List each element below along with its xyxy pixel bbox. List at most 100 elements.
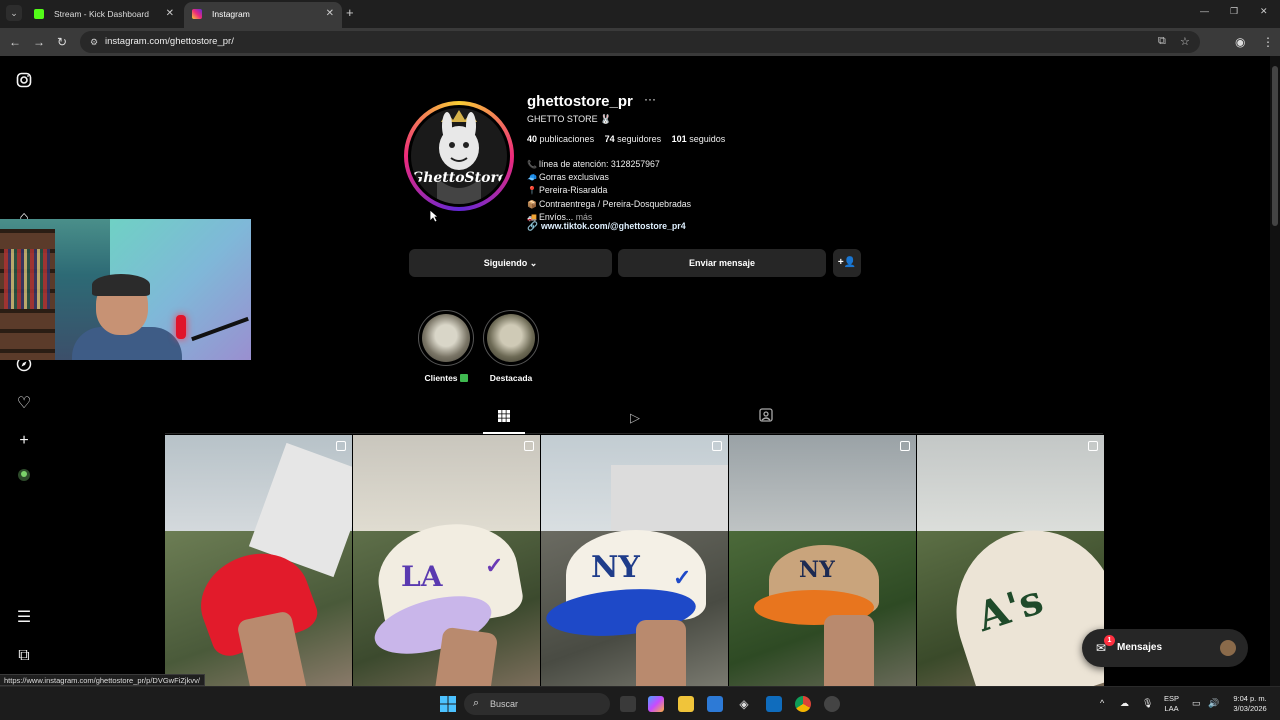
- store-icon[interactable]: [707, 696, 723, 712]
- file-explorer-icon[interactable]: [678, 696, 694, 712]
- send-message-button[interactable]: Enviar mensaje: [618, 249, 826, 277]
- install-app-icon[interactable]: ⧉: [1158, 35, 1166, 48]
- unread-badge: 1: [1104, 635, 1115, 646]
- windows-start-icon[interactable]: [440, 696, 456, 712]
- volume-icon[interactable]: 🔊: [1208, 698, 1219, 708]
- following-button[interactable]: Siguiendo ⌄: [409, 249, 612, 277]
- profile-username: ghettostore_pr: [527, 93, 633, 110]
- highlight-clientes[interactable]: Clientes: [416, 310, 476, 383]
- more-menu-icon[interactable]: ☰: [14, 608, 34, 628]
- posts-stat[interactable]: 40 publicaciones: [527, 134, 594, 144]
- profile-icon[interactable]: ◉: [1235, 34, 1245, 50]
- post-thumbnail[interactable]: [165, 435, 352, 686]
- taskbar-search[interactable]: ⌕ Buscar: [464, 693, 610, 715]
- messages-button[interactable]: ✉ 1 Mensajes: [1082, 629, 1248, 667]
- carousel-icon: [1088, 441, 1098, 451]
- browser-menu-icon[interactable]: ⋮: [1262, 34, 1274, 50]
- notifications-heart-icon[interactable]: ♡: [14, 394, 34, 414]
- restore-icon[interactable]: ❐: [1230, 6, 1238, 17]
- posts-grid-icon[interactable]: [494, 408, 514, 428]
- outlook-icon[interactable]: [766, 696, 782, 712]
- bio-line: 🧢 Gorras exclusivas: [527, 172, 609, 183]
- tab-title: Instagram: [212, 9, 250, 19]
- language-indicator[interactable]: ESP LAA: [1164, 694, 1179, 714]
- profile-avatar-icon[interactable]: [14, 468, 34, 488]
- page-scrollbar[interactable]: [1270, 56, 1280, 686]
- highlight-label: Clientes: [424, 373, 458, 383]
- site-info-icon[interactable]: ⚙: [88, 36, 100, 48]
- tabs-divider: [165, 433, 1103, 434]
- tagged-icon[interactable]: [756, 408, 776, 428]
- bio-line: 📞 línea de atención: 3128257967: [527, 159, 660, 169]
- microphone-tray-icon[interactable]: 🎙: [1142, 698, 1153, 708]
- instagram-sidebar: ⌂ ♡ + ☰ ⧉: [0, 56, 48, 686]
- forward-icon[interactable]: →: [33, 34, 45, 50]
- highlight-destacada[interactable]: Destacada: [481, 310, 541, 383]
- task-view-icon[interactable]: [620, 696, 636, 712]
- profile-stats: 40 publicaciones 74 seguidores 101 segui…: [527, 134, 733, 144]
- instagram-logo-icon[interactable]: [14, 72, 34, 92]
- mouse-cursor-icon: [429, 209, 439, 223]
- webcam-overlay: ~: [0, 219, 251, 360]
- tray-expand-icon[interactable]: ^: [1100, 698, 1104, 708]
- post-thumbnail[interactable]: NY: [729, 435, 916, 686]
- kick-favicon-icon: [34, 9, 44, 19]
- clock[interactable]: 9:04 p. m. 3/03/2026: [1226, 694, 1274, 714]
- back-icon[interactable]: ←: [9, 34, 21, 50]
- steam-icon[interactable]: [824, 696, 840, 712]
- carousel-icon: [336, 441, 346, 451]
- avatar-logo-text: GhettoStore: [411, 170, 507, 186]
- also-from-meta-icon[interactable]: ⧉: [14, 646, 34, 666]
- messages-label: Mensajes: [1117, 642, 1163, 653]
- tab-kick-dashboard[interactable]: Stream - Kick Dashboard ✕: [26, 2, 182, 28]
- browser-tabbar: ⌄ Stream - Kick Dashboard ✕ Instagram ✕ …: [0, 0, 1280, 28]
- check-icon: [459, 374, 468, 382]
- chevron-down-icon: ⌄: [529, 258, 538, 268]
- posts-grid: LA ✓ NY ✓ NY A's: [165, 435, 1104, 686]
- post-thumbnail[interactable]: A's: [917, 435, 1104, 686]
- minimize-icon[interactable]: —: [1200, 6, 1209, 16]
- tab-close-icon[interactable]: ✕: [166, 2, 174, 26]
- new-tab-icon[interactable]: +: [346, 5, 354, 21]
- instagram-favicon-icon: [192, 9, 202, 19]
- carousel-icon: [524, 441, 534, 451]
- browser-toolbar: ← → ↻ ⚙ instagram.com/ghettostore_pr/ ☆ …: [0, 28, 1280, 56]
- reload-icon[interactable]: ↻: [57, 34, 67, 50]
- bookmark-star-icon[interactable]: ☆: [1180, 35, 1190, 48]
- network-icon[interactable]: ▭: [1192, 698, 1201, 708]
- status-bar-url: https://www.instagram.com/ghettostore_pr…: [0, 674, 205, 686]
- search-placeholder: Buscar: [490, 699, 519, 709]
- link-icon: 🔗: [527, 221, 538, 231]
- tab-close-icon[interactable]: ✕: [326, 2, 334, 26]
- post-thumbnail[interactable]: LA ✓: [353, 435, 540, 686]
- address-bar[interactable]: ⚙ instagram.com/ghettostore_pr/ ☆ ⧉: [80, 31, 1200, 53]
- tab-instagram[interactable]: Instagram ✕: [184, 2, 342, 28]
- following-stat[interactable]: 101 seguidos: [672, 134, 726, 144]
- close-window-icon[interactable]: ✕: [1260, 6, 1268, 17]
- onedrive-icon[interactable]: ☁: [1120, 698, 1129, 708]
- instagram-page: ⌂ ♡ + ☰ ⧉ GhettoStore ghettostore_pr ···…: [0, 56, 1280, 686]
- post-thumbnail[interactable]: NY ✓: [541, 435, 728, 686]
- copilot-icon[interactable]: [648, 696, 664, 712]
- tab-search-icon[interactable]: ⌄: [6, 5, 22, 21]
- profile-full-name: GHETTO STORE 🐰: [527, 114, 612, 124]
- profile-options-icon[interactable]: ···: [644, 92, 656, 106]
- avatar: [1220, 640, 1236, 656]
- bio-line: 📍 Pereira-Risaralda: [527, 185, 608, 196]
- carousel-icon: [712, 441, 722, 451]
- profile-external-link[interactable]: 🔗 www.tiktok.com/@ghettostore_pr4: [527, 221, 686, 232]
- url-text[interactable]: instagram.com/ghettostore_pr/: [105, 31, 234, 53]
- search-icon: ⌕: [473, 697, 480, 709]
- create-plus-icon[interactable]: +: [14, 431, 34, 451]
- microphone-icon: [176, 315, 186, 339]
- suggest-user-icon[interactable]: +👤: [833, 249, 861, 277]
- reels-icon[interactable]: ▷: [625, 408, 645, 428]
- active-tab-indicator: [483, 432, 525, 434]
- profile-picture[interactable]: GhettoStore: [404, 101, 514, 211]
- alienware-icon[interactable]: ◈: [736, 696, 752, 712]
- highlight-label: Destacada: [489, 373, 533, 383]
- carousel-icon: [900, 441, 910, 451]
- chrome-icon[interactable]: [795, 696, 811, 712]
- tab-title: Stream - Kick Dashboard: [54, 9, 149, 19]
- followers-stat[interactable]: 74 seguidores: [605, 134, 662, 144]
